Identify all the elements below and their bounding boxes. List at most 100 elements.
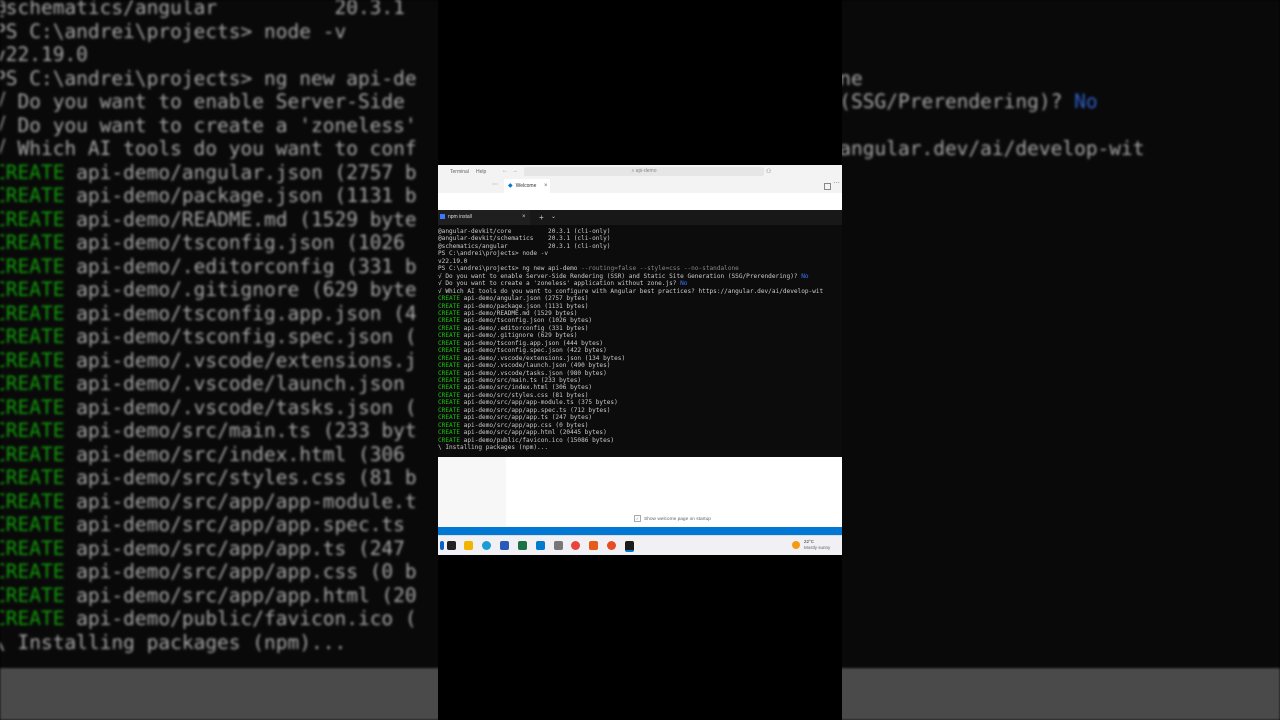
background-line: CREATE api-demo/.gitignore (629 byte bbox=[0, 278, 417, 302]
terminal-text: CREATE bbox=[438, 347, 461, 355]
terminal-icon bbox=[440, 214, 445, 220]
background-text: PS C:\andrei\projects> ng new api-de bbox=[0, 66, 417, 90]
close-icon[interactable]: × bbox=[522, 210, 526, 225]
background-line: CREATE api-demo/.vscode/extensions.j bbox=[0, 349, 417, 373]
terminal-text: api-demo/.vscode/tasks.json (980 bytes) bbox=[460, 369, 607, 377]
terminal-text: CREATE bbox=[438, 391, 461, 399]
background-text: api-demo/.gitignore (629 byte bbox=[64, 278, 417, 301]
terminal-line: CREATE api-demo/tsconfig.json (1026 byte… bbox=[438, 317, 592, 325]
terminal-text: CREATE bbox=[438, 421, 461, 429]
background-line: \ Installing packages (npm)... bbox=[0, 631, 346, 655]
background-text: CREATE bbox=[0, 278, 65, 301]
terminal-line: CREATE api-demo/src/index.html (306 byte… bbox=[438, 384, 592, 392]
terminal-text: api-demo/src/main.ts (233 bytes) bbox=[460, 377, 582, 384]
background-text: api-demo/public/favicon.ico ( bbox=[64, 607, 417, 630]
background-text: api-demo/.editorconfig (331 b bbox=[64, 254, 417, 278]
terminal-text: api-demo/README.md (1529 bytes) bbox=[460, 309, 578, 317]
weather-icon[interactable] bbox=[792, 541, 800, 549]
menu-help[interactable]: Help bbox=[476, 169, 486, 175]
terminal-text: api-demo/src/app/app.spec.ts (712 bytes) bbox=[460, 406, 611, 414]
background-line: CREATE api-demo/.vscode/launch.json bbox=[0, 372, 405, 396]
windows-terminal-icon[interactable] bbox=[625, 541, 634, 552]
windows-taskbar: 22°C Mostly sunny bbox=[438, 535, 842, 555]
git-icon[interactable] bbox=[607, 541, 616, 550]
terminal-text: PS C:\andrei\projects> node -v bbox=[438, 250, 549, 258]
tab-overflow-icon[interactable]: ⋯ bbox=[492, 181, 498, 188]
terminal-output[interactable]: @angular-devkit/core 20.3.1 (cli-only) @a… bbox=[438, 225, 842, 457]
background-line: @schematics/angular 20.3.1 bbox=[0, 0, 405, 20]
terminal-tab-npm-install[interactable]: npm install × bbox=[438, 210, 530, 226]
background-line: √ Do you want to create a 'zoneless' bbox=[0, 114, 417, 138]
background-text: CREATE bbox=[0, 395, 65, 419]
background-text: CREATE bbox=[0, 466, 65, 489]
terminal-line: CREATE api-demo/src/app/app.ts (247 byte… bbox=[438, 414, 592, 422]
vscode-icon[interactable] bbox=[536, 541, 545, 550]
tab-welcome[interactable]: ◆ Welcome × bbox=[504, 179, 550, 193]
terminal-text: api-demo/.vscode/launch.json (490 bytes) bbox=[460, 362, 611, 370]
background-text: api-demo/.vscode/launch.json bbox=[64, 372, 405, 395]
terminal-line: CREATE api-demo/angular.json (2757 bytes… bbox=[438, 295, 588, 303]
menu-terminal[interactable]: Terminal bbox=[450, 169, 469, 175]
terminal-line: @angular-devkit/schematics 20.3.1 (cli-o… bbox=[438, 235, 610, 243]
terminal-line: CREATE api-demo/src/main.ts (233 bytes) bbox=[438, 377, 581, 385]
terminal-text: @angular-devkit/core 20.3.1 (cli-only) bbox=[438, 228, 611, 235]
more-actions-icon[interactable]: ⋯ bbox=[833, 179, 840, 187]
terminal-text: \ Installing packages (npm)... bbox=[438, 444, 549, 452]
split-editor-icon[interactable] bbox=[824, 183, 831, 190]
background-text: api-demo/src/app/app.html (20 bbox=[64, 583, 417, 607]
terminal-line: v22.19.0 bbox=[438, 258, 467, 266]
command-center-search[interactable]: ⌕ api-demo bbox=[524, 167, 764, 176]
store-icon[interactable] bbox=[500, 541, 509, 550]
background-line: PS C:\andrei\projects> node -v bbox=[0, 20, 346, 44]
terminal-text: CREATE bbox=[438, 339, 461, 347]
copilot-icon[interactable]: ⚇ bbox=[766, 168, 771, 175]
close-icon[interactable]: × bbox=[544, 179, 548, 193]
file-explorer-icon[interactable] bbox=[464, 541, 473, 550]
search-icon[interactable] bbox=[447, 541, 456, 550]
forward-arrow-icon[interactable]: → bbox=[512, 168, 518, 174]
background-text: CREATE bbox=[0, 442, 65, 466]
welcome-side-panel bbox=[438, 457, 506, 527]
app-icon[interactable] bbox=[589, 541, 598, 550]
terminal-text: api-demo/package.json (1131 bytes) bbox=[460, 302, 589, 310]
terminal-text: CREATE bbox=[438, 436, 461, 444]
new-terminal-icon[interactable]: + bbox=[539, 210, 544, 225]
terminal-text: CREATE bbox=[438, 317, 461, 325]
terminal-text: api-demo/.editorconfig (331 bytes) bbox=[460, 324, 589, 332]
background-text: √ Do you want to create a 'zoneless' bbox=[0, 113, 417, 137]
start-icon[interactable] bbox=[440, 541, 444, 550]
terminal-line: CREATE api-demo/src/styles.css (81 bytes… bbox=[438, 392, 588, 400]
terminal-line: PS C:\andrei\projects> ng new api-demo -… bbox=[438, 265, 739, 273]
background-text: CREATE bbox=[0, 254, 65, 278]
terminal-text: api-demo/src/styles.css (81 bytes) bbox=[460, 391, 589, 399]
tab-welcome-label: Welcome bbox=[515, 183, 537, 189]
terminal-text: api-demo/tsconfig.spec.json (422 bytes) bbox=[460, 347, 607, 355]
background-text: CREATE bbox=[0, 184, 65, 207]
background-line: CREATE api-demo/src/app/app.html (20 bbox=[0, 584, 417, 608]
terminal-text: √ Do you want to create a 'zoneless' app… bbox=[438, 280, 681, 288]
background-text: api-demo/src/app/app-module.t bbox=[64, 489, 417, 513]
checkbox-icon[interactable]: ✓ bbox=[634, 515, 641, 522]
background-text: @schematics/angular 20.3.1 bbox=[0, 0, 405, 19]
background-text: api-demo/tsconfig.spec.json ( bbox=[64, 325, 417, 348]
terminal-text: api-demo/public/favicon.ico (15086 bytes… bbox=[460, 436, 615, 444]
vscode-window: Terminal Help ← → ⌕ api-demo ⚇ ⋯ ◆ Welcom… bbox=[438, 165, 842, 555]
show-welcome-toggle[interactable]: ✓ Show welcome page on startup bbox=[634, 515, 711, 522]
snipping-tool-icon[interactable] bbox=[554, 541, 563, 550]
background-text: CREATE bbox=[0, 207, 65, 231]
chevron-down-icon[interactable]: ⌄ bbox=[551, 210, 556, 225]
chrome-icon[interactable] bbox=[571, 541, 580, 550]
background-line: CREATE api-demo/tsconfig.app.json (4 bbox=[0, 302, 417, 326]
editor-area bbox=[438, 193, 842, 210]
background-text: CREATE bbox=[0, 419, 65, 442]
excel-icon[interactable] bbox=[518, 541, 527, 550]
background-text: \ Installing packages (npm)... bbox=[0, 630, 347, 654]
background-line: CREATE api-demo/src/app/app.css (0 b bbox=[0, 560, 417, 584]
background-text: CREATE bbox=[0, 325, 65, 348]
background-text: CREATE bbox=[0, 160, 65, 184]
edge-icon[interactable] bbox=[482, 541, 491, 550]
weather-widget[interactable]: 22°C Mostly sunny bbox=[804, 539, 830, 551]
terminal-text: No bbox=[801, 272, 809, 280]
back-arrow-icon[interactable]: ← bbox=[502, 168, 508, 174]
terminal-text: @schematics/angular 20.3.1 (cli-only) bbox=[438, 242, 611, 250]
